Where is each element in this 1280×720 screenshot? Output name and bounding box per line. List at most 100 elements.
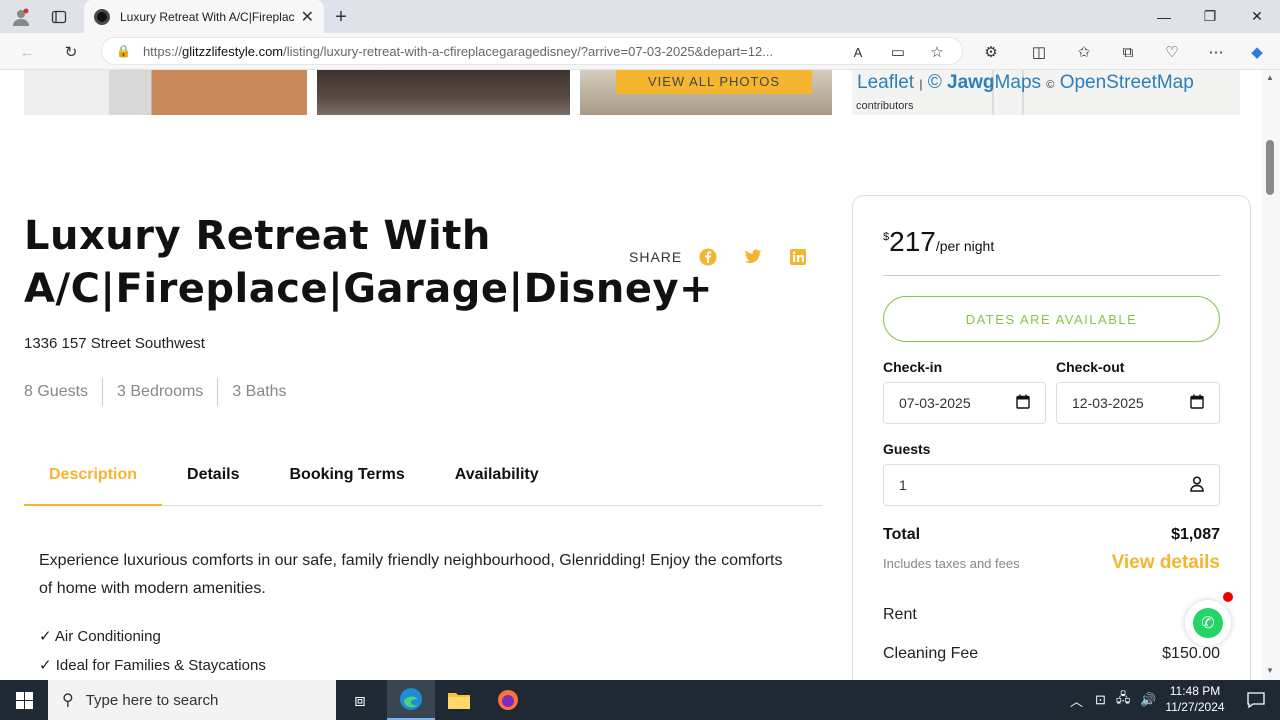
guests-field[interactable]: 1 xyxy=(883,464,1220,506)
linkedin-icon[interactable] xyxy=(787,246,809,268)
read-aloud-icon[interactable]: A xyxy=(845,39,871,65)
guests-label: Guests xyxy=(883,441,931,457)
tab-availability[interactable]: Availability xyxy=(430,454,564,506)
checkin-value: 07-03-2025 xyxy=(899,395,971,411)
profile-icon[interactable] xyxy=(6,4,36,30)
leaflet-link[interactable]: Leaflet xyxy=(857,72,914,93)
feature-item: ✓ Air Conditioning xyxy=(39,628,161,645)
url-bar[interactable]: 🔒 https://glitzzlifestyle.com/listing/lu… xyxy=(101,37,963,65)
copyright-symbol: © xyxy=(927,72,942,93)
checkout-label: Check-out xyxy=(1056,359,1125,375)
page-scrollbar[interactable]: ▲ ▼ xyxy=(1262,70,1280,680)
address-toolbar: ← ↻ 🔒 https://glitzzlifestyle.com/listin… xyxy=(0,33,1280,70)
price-unit: /per night xyxy=(935,238,995,254)
calendar-icon[interactable] xyxy=(1016,394,1030,412)
view-details-link[interactable]: View details xyxy=(1112,552,1220,574)
notifications-icon[interactable] xyxy=(1232,680,1280,720)
twitter-icon[interactable] xyxy=(742,246,764,268)
jawg-link[interactable]: Jawg xyxy=(947,72,995,93)
more-menu-icon[interactable]: ⋯ xyxy=(1203,39,1229,65)
gallery-photo-2[interactable] xyxy=(317,70,570,115)
taskbar-clock[interactable]: 11:48 PM 11/27/2024 xyxy=(1160,683,1230,715)
tab-booking-terms[interactable]: Booking Terms xyxy=(264,454,429,506)
tab-details[interactable]: Details xyxy=(162,454,264,506)
volume-icon[interactable]: 🔊 xyxy=(1140,692,1156,708)
network-icon[interactable]: 🖧 xyxy=(1116,689,1131,711)
favorites-icon[interactable]: ✩ xyxy=(1071,39,1097,65)
performance-icon[interactable]: ♡ xyxy=(1159,39,1185,65)
task-view-icon[interactable]: ⧈ xyxy=(336,680,384,720)
listing-specs: 8 Guests 3 Bedrooms 3 Baths xyxy=(24,378,301,406)
tab-description[interactable]: Description xyxy=(24,454,163,506)
split-screen-icon[interactable]: ◫ xyxy=(1026,39,1052,65)
immersive-reader-icon[interactable]: ▭ xyxy=(885,39,911,65)
extensions-icon[interactable]: ⚙ xyxy=(978,39,1004,65)
map-contributors: contributors xyxy=(856,100,914,112)
windows-start-icon[interactable] xyxy=(0,680,48,720)
whatsapp-chat-button[interactable]: ✆ xyxy=(1185,592,1233,646)
minimize-icon[interactable]: — xyxy=(1141,0,1187,33)
close-window-icon[interactable]: ✕ xyxy=(1234,0,1280,33)
checkout-value: 12-03-2025 xyxy=(1072,395,1144,411)
scrollbar-thumb[interactable] xyxy=(1266,140,1274,195)
restore-icon[interactable]: ❐ xyxy=(1187,0,1233,33)
facebook-icon[interactable] xyxy=(697,246,719,268)
nightly-price: $217/per night xyxy=(883,226,994,258)
location-map[interactable]: Leaflet | © JawgMaps © OpenStreetMap con… xyxy=(852,70,1240,115)
scroll-up-icon[interactable]: ▲ xyxy=(1266,73,1274,82)
lock-icon: 🔒 xyxy=(116,44,131,58)
new-tab-icon[interactable]: + xyxy=(326,4,356,30)
divider xyxy=(883,275,1220,276)
checkin-date-field[interactable]: 07-03-2025 xyxy=(883,382,1046,424)
tab-title: Luxury Retreat With A/C|Fireplac xyxy=(120,9,295,24)
firefox-icon[interactable] xyxy=(484,680,532,720)
osm-link[interactable]: OpenStreetMap xyxy=(1060,72,1194,93)
cleaning-fee-label: Cleaning Fee xyxy=(883,645,979,662)
search-placeholder: Type here to search xyxy=(85,691,219,709)
dates-available-button[interactable]: DATES ARE AVAILABLE xyxy=(883,296,1220,342)
calendar-icon[interactable] xyxy=(1190,394,1204,412)
taskbar-search[interactable]: ⚲ Type here to search xyxy=(48,680,336,720)
copilot-icon[interactable]: ◆ xyxy=(1244,39,1270,65)
collections-icon[interactable]: ⧉ xyxy=(1115,39,1141,65)
listing-title: Luxury Retreat With A/C|Fireplace|Garage… xyxy=(24,213,714,312)
browser-tab-active[interactable]: Luxury Retreat With A/C|Fireplac ✕ xyxy=(84,0,324,33)
checkout-date-field[interactable]: 12-03-2025 xyxy=(1056,382,1220,424)
user-icon xyxy=(1190,475,1204,495)
total-label: Total xyxy=(883,526,921,543)
checkin-label: Check-in xyxy=(883,359,943,375)
favorite-star-icon[interactable]: ☆ xyxy=(924,39,950,65)
whatsapp-icon: ✆ xyxy=(1193,608,1223,638)
total-value: $1,087 xyxy=(1171,526,1220,543)
listing-address: 1336 157 Street Southwest xyxy=(24,335,205,352)
file-explorer-icon[interactable] xyxy=(435,680,483,720)
tab-actions-icon[interactable] xyxy=(44,4,74,30)
map-attribution: Leaflet | © JawgMaps © OpenStreetMap xyxy=(857,72,1194,94)
scroll-down-icon[interactable]: ▼ xyxy=(1266,666,1274,675)
includes-taxes-note: Includes taxes and fees xyxy=(883,556,1020,571)
url-path: /listing/luxury-retreat-with-a-cfireplac… xyxy=(283,43,774,59)
listing-tabs: Description Details Booking Terms Availa… xyxy=(24,454,822,506)
gallery-photo-1[interactable] xyxy=(24,70,307,115)
feature-item: ✓ Ideal for Families & Staycations xyxy=(39,657,266,674)
refresh-icon[interactable]: ↻ xyxy=(58,39,84,65)
url-prefix: https:// xyxy=(142,43,182,59)
clock-time: 11:48 PM xyxy=(1169,684,1221,698)
baths-count: 3 Baths xyxy=(217,378,300,406)
guests-value: 1 xyxy=(899,477,907,493)
edge-browser-icon[interactable] xyxy=(387,680,435,720)
currency-symbol: $ xyxy=(883,231,890,243)
view-all-photos-button[interactable]: VIEW ALL PHOTOS xyxy=(616,70,812,94)
site-favicon-icon xyxy=(94,8,110,25)
meet-now-icon[interactable]: ⊡ xyxy=(1095,692,1106,708)
windows-taskbar: ⚲ Type here to search ⧈ ︿ ⊡ 🖧 🔊 11:48 PM… xyxy=(0,680,1280,720)
back-icon[interactable]: ← xyxy=(14,39,40,65)
attribution-separator: | xyxy=(919,77,923,91)
page-viewport: VIEW ALL PHOTOS Leaflet | © JawgMaps © O… xyxy=(0,70,1262,680)
url-host: glitzzlifestyle.com xyxy=(181,43,284,59)
close-tab-icon[interactable]: ✕ xyxy=(301,7,314,27)
share-label: SHARE xyxy=(629,249,683,265)
clock-date: 11/27/2024 xyxy=(1165,700,1225,714)
rent-label: Rent xyxy=(883,606,917,623)
show-hidden-icons-icon[interactable]: ︿ xyxy=(1070,691,1083,710)
